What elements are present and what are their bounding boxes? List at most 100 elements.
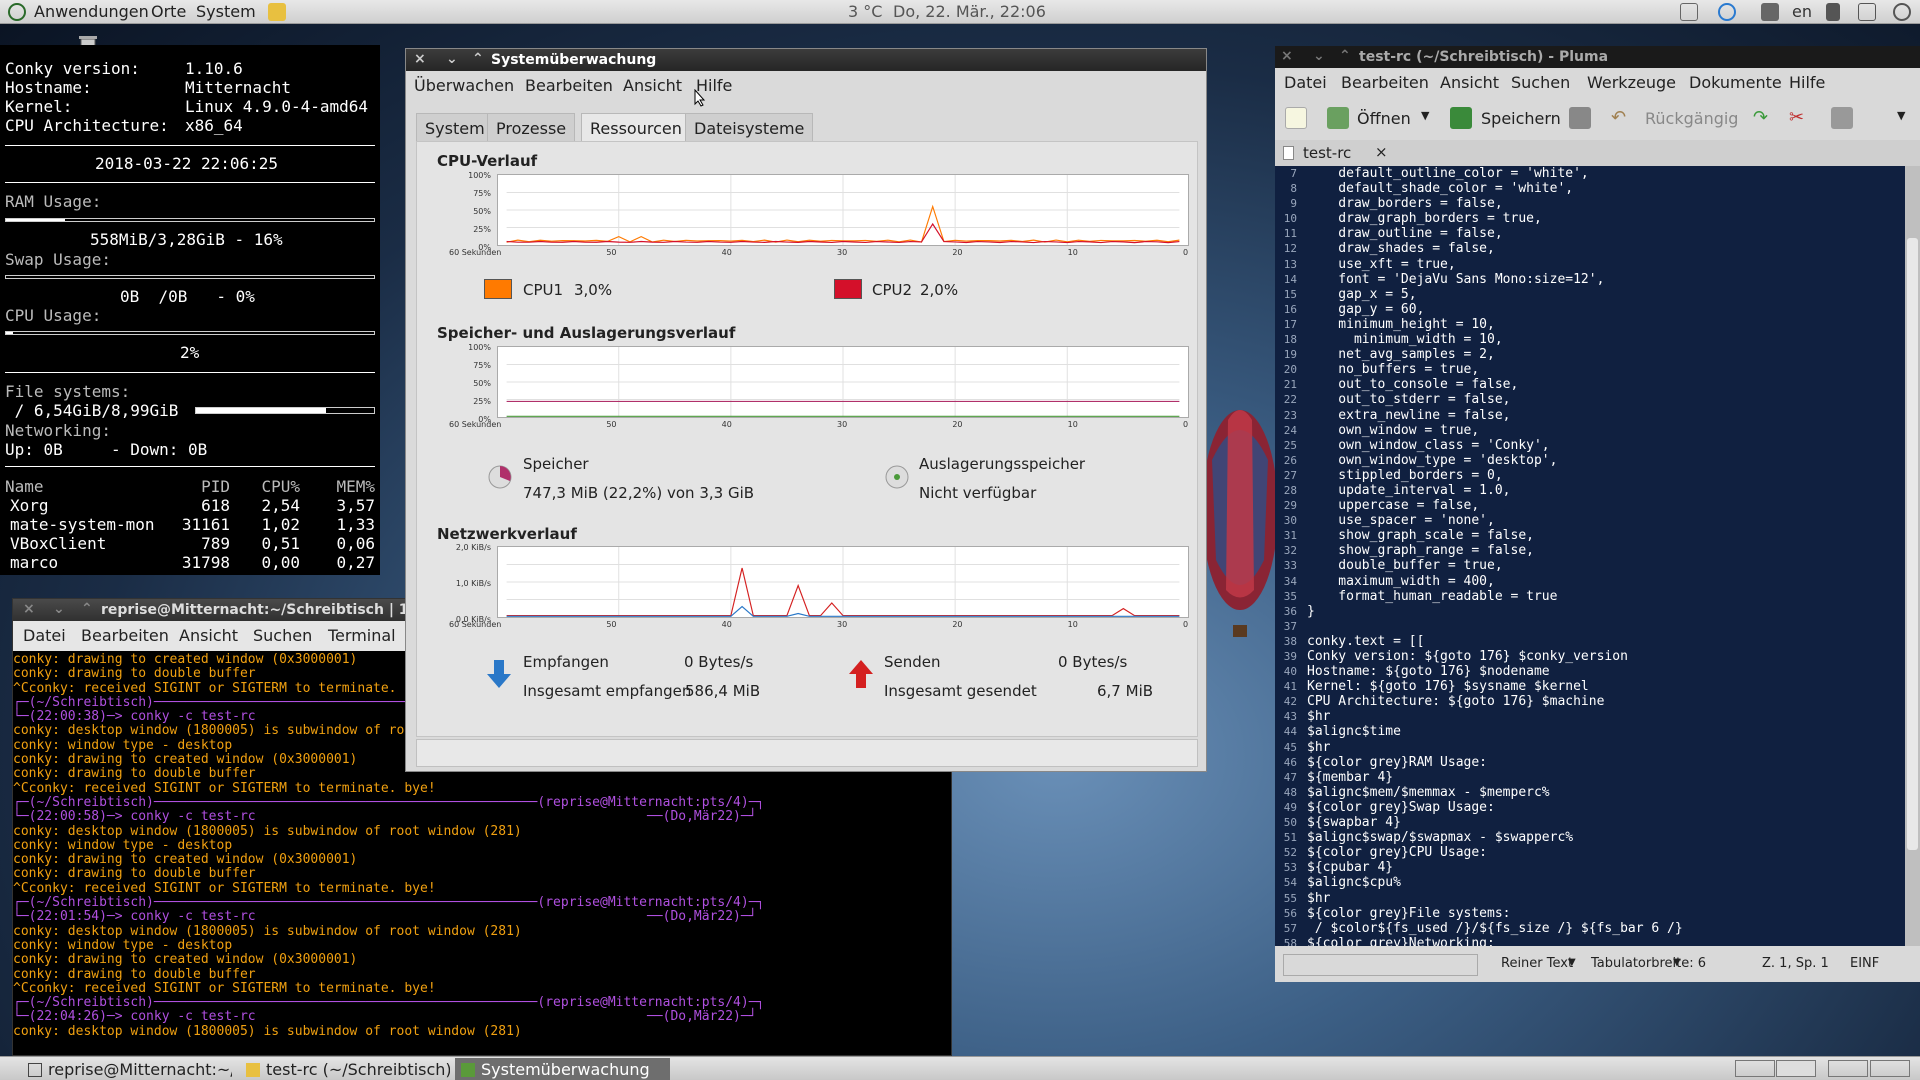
system-menu[interactable]: System xyxy=(196,2,256,21)
menu-suchen[interactable]: Suchen xyxy=(1511,73,1570,92)
minimize-icon[interactable]: ⌄ xyxy=(1313,48,1325,64)
workspace-2[interactable] xyxy=(1828,1060,1868,1077)
swap-bar xyxy=(5,275,375,279)
volume-icon[interactable] xyxy=(1826,3,1840,21)
terminal-title: reprise@Mitternacht:~/Schreibtisch | 115 xyxy=(101,602,429,618)
code-text: font = 'DejaVu Sans Mono:size=12', xyxy=(1307,271,1605,287)
search-icon[interactable] xyxy=(1893,3,1911,21)
line-number: 45 xyxy=(1283,740,1297,754)
print-icon[interactable] xyxy=(1569,107,1591,129)
menu-bearbeiten[interactable]: Bearbeiten xyxy=(525,76,613,95)
folder-launcher-icon[interactable] xyxy=(268,3,286,21)
code-line: 22 out_to_stderr = false, xyxy=(1275,392,1905,407)
y-tick-label: 100% xyxy=(468,343,491,352)
menu-ueberwachen[interactable]: Überwachen xyxy=(414,76,514,95)
keyboard-layout-label[interactable]: en xyxy=(1792,2,1812,21)
document-tab[interactable]: test-rc xyxy=(1303,144,1351,162)
syntax-dropdown-icon[interactable]: ▼ xyxy=(1568,957,1576,968)
x-tick-label: 30 xyxy=(837,248,848,257)
close-tab-icon[interactable]: × xyxy=(1375,143,1388,161)
maximize-icon[interactable]: ⌃ xyxy=(81,601,93,617)
tab-dateisysteme[interactable]: Dateisysteme xyxy=(685,113,814,141)
line-number: 27 xyxy=(1283,468,1297,482)
menu-hilfe[interactable]: Hilfe xyxy=(1789,73,1825,92)
menu-datei[interactable]: Datei xyxy=(23,626,66,645)
clock-label[interactable]: Do, 22. Mär., 22:06 xyxy=(893,2,1046,21)
network-gear-icon[interactable] xyxy=(1718,3,1736,21)
menu-dokumente[interactable]: Dokumente xyxy=(1689,73,1782,92)
menu-ansicht[interactable]: Ansicht xyxy=(179,626,238,645)
close-icon[interactable]: × xyxy=(414,51,426,67)
menu-suchen[interactable]: Suchen xyxy=(253,626,312,645)
maximize-icon[interactable]: ⌃ xyxy=(472,51,484,67)
pluma-titlebar[interactable]: × ⌄ ⌃ test-rc (~/Schreibtisch) - Pluma xyxy=(1275,46,1920,68)
cpu1-color-swatch[interactable] xyxy=(484,279,512,299)
open-icon[interactable] xyxy=(1327,107,1349,129)
tab-prozesse[interactable]: Prozesse xyxy=(487,113,576,141)
cpu2-color-swatch[interactable] xyxy=(834,279,862,299)
process-cell: VBoxClient xyxy=(10,534,107,553)
open-dropdown-icon[interactable]: ▼ xyxy=(1421,109,1429,122)
x-tick-label: 0 xyxy=(1183,420,1189,429)
workspace-switcher[interactable] xyxy=(1735,1060,1775,1077)
line-number: 11 xyxy=(1283,227,1297,241)
minimize-icon[interactable]: ⌄ xyxy=(53,601,65,617)
y-tick-label: 25% xyxy=(473,397,491,406)
editor-scrollbar[interactable] xyxy=(1905,166,1920,946)
code-editor[interactable]: 7 default_outline_color = 'white', 8 defa… xyxy=(1275,166,1905,946)
menu-werkzeuge[interactable]: Werkzeuge xyxy=(1587,73,1676,92)
taskbar-item-terminal[interactable]: reprise@Mitternacht:~/... xyxy=(22,1058,232,1080)
process-header-cell: Name xyxy=(5,477,44,496)
redo-icon[interactable]: ↷ xyxy=(1753,107,1768,128)
menu-bearbeiten[interactable]: Bearbeiten xyxy=(81,626,169,645)
code-line: 40 Hostname: ${goto 176} $nodename xyxy=(1275,664,1905,679)
tab-ressourcen[interactable]: Ressourcen xyxy=(581,113,691,141)
menu-terminal[interactable]: Terminal xyxy=(328,626,396,645)
show-desktop-icon[interactable] xyxy=(1776,1060,1816,1077)
new-document-icon[interactable] xyxy=(1285,107,1307,129)
save-button[interactable]: Speichern xyxy=(1481,109,1561,128)
line-number: 19 xyxy=(1283,348,1297,362)
mate-logo-icon[interactable] xyxy=(8,3,26,21)
places-menu[interactable]: Orte xyxy=(151,2,186,21)
save-icon[interactable] xyxy=(1450,107,1472,129)
toolbar-overflow-icon[interactable]: ▼ xyxy=(1897,109,1905,122)
line-number: 39 xyxy=(1283,650,1297,663)
taskbar-item-pluma[interactable]: test-rc (~/Schreibtisch) ... xyxy=(240,1058,450,1080)
tab-width-dropdown-icon[interactable]: ▼ xyxy=(1673,957,1681,968)
cut-icon[interactable]: ✂ xyxy=(1789,107,1804,128)
line-number: 7 xyxy=(1290,167,1297,180)
menu-ansicht[interactable]: Ansicht xyxy=(623,76,682,95)
minimize-icon[interactable]: ⌄ xyxy=(446,51,458,67)
tab-system[interactable]: System xyxy=(416,113,494,141)
taskbar-item-sysmon[interactable]: Systemüberwachung xyxy=(455,1058,670,1080)
cpu-bar xyxy=(5,331,375,335)
notes-icon[interactable] xyxy=(1858,3,1876,21)
line-number: 28 xyxy=(1283,483,1297,497)
undo-button[interactable]: Rückgängig xyxy=(1645,109,1738,128)
tab-width-select[interactable]: Tabulatorbreite: 6 xyxy=(1591,956,1706,971)
terminal-line: conky: desktop window (1800005) is subwi… xyxy=(13,1023,522,1039)
open-button[interactable]: Öffnen xyxy=(1357,109,1411,128)
pluma-editor-window[interactable]: × ⌄ ⌃ test-rc (~/Schreibtisch) - Pluma D… xyxy=(1275,46,1920,982)
menu-datei[interactable]: Datei xyxy=(1284,73,1327,92)
close-icon[interactable]: × xyxy=(1281,48,1293,64)
system-monitor-window[interactable]: × ⌄ ⌃ Systemüberwachung Überwachen Bearb… xyxy=(405,48,1207,772)
code-line: 38 conky.text = [[ xyxy=(1275,634,1905,649)
sysmon-titlebar[interactable]: × ⌄ ⌃ Systemüberwachung xyxy=(406,49,1206,71)
hot-air-balloon-image xyxy=(1202,410,1278,637)
close-icon[interactable]: × xyxy=(23,601,35,617)
code-text: minimum_width = 10, xyxy=(1307,332,1503,348)
undo-icon[interactable]: ↶ xyxy=(1611,107,1626,128)
menu-ansicht[interactable]: Ansicht xyxy=(1440,73,1499,92)
workspace-3[interactable] xyxy=(1870,1060,1910,1077)
applications-menu[interactable]: Anwendungen xyxy=(34,2,149,21)
dropbox-icon[interactable] xyxy=(1761,3,1779,21)
weather-label[interactable]: 3 °C xyxy=(848,2,882,21)
copy-icon[interactable] xyxy=(1831,107,1853,129)
line-number: 46 xyxy=(1283,755,1297,769)
maximize-icon[interactable]: ⌃ xyxy=(1339,48,1351,64)
screenshot-icon[interactable] xyxy=(1680,3,1698,21)
menu-bearbeiten[interactable]: Bearbeiten xyxy=(1341,73,1429,92)
syntax-select[interactable]: Reiner Text xyxy=(1501,956,1573,971)
